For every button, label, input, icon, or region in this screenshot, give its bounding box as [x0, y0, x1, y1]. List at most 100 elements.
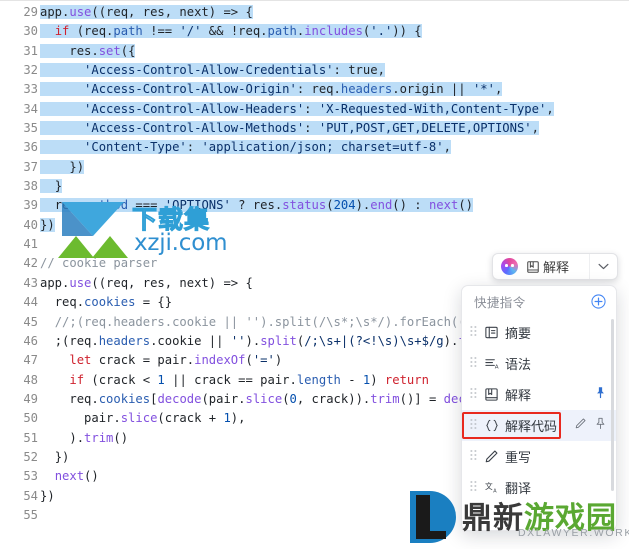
line-number: 42	[23, 256, 38, 271]
book-explain-icon	[527, 260, 539, 273]
code-text[interactable]: 'Content-Type': 'application/json; chars…	[40, 138, 451, 157]
pin-outline-icon[interactable]	[594, 417, 607, 435]
plus-circle-icon[interactable]	[591, 294, 606, 309]
shortcut-item-list[interactable]: 摘要 A 语法 解释 解释代码 重写文 A 翻译	[462, 317, 616, 503]
line-number: 48	[23, 372, 38, 387]
code-text[interactable]: }	[40, 177, 63, 196]
translate-icon: 文A	[483, 480, 500, 495]
code-text[interactable]: app.use((req, res, next) => {	[40, 3, 253, 22]
drag-handle-icon[interactable]	[470, 417, 481, 435]
line-number: 53	[23, 469, 38, 484]
code-text[interactable]: req.cookies[decode(pair.slice(0, crack))…	[40, 390, 495, 409]
code-text[interactable]: 'Access-Control-Allow-Headers': 'X-Reque…	[40, 100, 554, 119]
orb-eye-right	[511, 264, 514, 268]
shortcut-item-翻译[interactable]: 文 A 翻译	[462, 472, 616, 503]
shortcut-item-label: 解释	[505, 388, 532, 403]
code-text[interactable]: ).trim()	[40, 429, 128, 448]
code-text[interactable]: next()	[40, 467, 99, 486]
pencil-icon	[483, 449, 500, 464]
pencil-edit-icon[interactable]	[574, 417, 587, 435]
line-number: 52	[23, 449, 38, 464]
code-text[interactable]: 'Access-Control-Allow-Credentials': true…	[40, 61, 385, 80]
line-number: 49	[23, 391, 38, 406]
shortcut-item-label: 翻译	[505, 481, 532, 496]
line-number: 30	[23, 24, 38, 39]
shortcut-command-panel[interactable]: 快捷指令 摘要 A 语法 解释 解释代码 重写文 A 翻译	[461, 285, 617, 531]
grammar-icon: A	[483, 356, 500, 371]
shortcut-panel-header: 快捷指令	[462, 286, 616, 317]
orb-eye-left	[505, 264, 508, 268]
line-number: 31	[23, 43, 38, 58]
book-explain-icon	[483, 387, 500, 402]
line-number: 40	[23, 217, 38, 232]
braces-icon	[483, 418, 500, 433]
line-number: 32	[23, 63, 38, 78]
shortcut-item-解释代码[interactable]: 解释代码	[462, 410, 616, 441]
drag-handle-icon[interactable]	[470, 324, 481, 342]
ai-explain-button[interactable]: 解释	[526, 257, 569, 276]
shortcut-item-actions	[594, 386, 609, 404]
shortcut-item-label: 语法	[505, 357, 532, 372]
shortcut-item-label: 重写	[505, 450, 532, 465]
ai-toolbar-dropdown-toggle[interactable]	[589, 254, 617, 279]
drag-handle-icon[interactable]	[470, 355, 481, 373]
line-number: 46	[23, 333, 38, 348]
code-text[interactable]: if (req.path !== '/' && !req.path.includ…	[40, 22, 422, 41]
line-number: 55	[23, 507, 38, 522]
code-text[interactable]: })	[40, 487, 55, 506]
line-number: 38	[23, 179, 38, 194]
code-text[interactable]: 'Access-Control-Allow-Origin': req.heade…	[40, 80, 503, 99]
code-text[interactable]: })	[40, 216, 55, 235]
code-text[interactable]: req.cookies = {}	[40, 293, 172, 312]
line-number: 43	[23, 275, 38, 290]
shortcut-item-语法[interactable]: A 语法	[462, 348, 616, 379]
drag-handle-icon[interactable]	[470, 479, 481, 497]
ai-orb-icon[interactable]	[501, 258, 518, 275]
ai-floating-toolbar[interactable]: 解释	[492, 253, 618, 280]
drag-handle-icon[interactable]	[470, 386, 481, 404]
line-number: 35	[23, 121, 38, 136]
svg-text:文: 文	[485, 481, 493, 491]
line-number: 44	[23, 295, 38, 310]
shortcut-item-label: 摘要	[505, 326, 532, 341]
code-text[interactable]: })	[40, 448, 70, 467]
shortcut-item-actions	[574, 417, 609, 435]
panel-scrollbar[interactable]	[611, 319, 614, 491]
code-text[interactable]: req.method === 'OPTIONS' ? res.status(20…	[40, 196, 474, 215]
shortcut-item-重写[interactable]: 重写	[462, 441, 616, 472]
code-text[interactable]: ;(req.headers.cookie || '').split(/;\s+|…	[40, 332, 510, 351]
line-number: 51	[23, 430, 38, 445]
shortcut-item-解释[interactable]: 解释	[462, 379, 616, 410]
line-number: 36	[23, 140, 38, 155]
code-text[interactable]: pair.slice(crack + 1),	[40, 409, 245, 428]
line-number: 54	[23, 488, 38, 503]
line-number: 33	[23, 82, 38, 97]
code-text[interactable]: let crack = pair.indexOf('=')	[40, 351, 282, 370]
line-number: 34	[23, 101, 38, 116]
code-text[interactable]: res.set({	[40, 42, 136, 61]
line-number: 47	[23, 353, 38, 368]
editor-top-divider	[0, 0, 629, 1]
ai-action-label: 解释	[543, 260, 570, 275]
line-number: 37	[23, 159, 38, 174]
shortcut-panel-title: 快捷指令	[474, 296, 526, 310]
line-number: 29	[23, 5, 38, 19]
code-text[interactable]: if (crack < 1 || crack == pair.length - …	[40, 371, 429, 390]
code-text[interactable]: 'Access-Control-Allow-Methods': 'PUT,POS…	[40, 119, 539, 138]
pin-filled-icon[interactable]	[594, 386, 607, 404]
code-text[interactable]: // cookie parser	[40, 254, 157, 273]
code-text[interactable]: app.use((req, res, next) => {	[40, 274, 253, 293]
summary-icon	[483, 325, 500, 340]
svg-text:A: A	[495, 365, 499, 371]
line-number: 45	[23, 314, 38, 329]
shortcut-item-摘要[interactable]: 摘要	[462, 317, 616, 348]
chevron-down-icon	[598, 263, 609, 270]
line-number: 41	[23, 237, 38, 252]
code-text[interactable]: })	[40, 158, 85, 177]
code-text[interactable]: //;(req.headers.cookie || '').split(/\s*…	[40, 313, 503, 332]
drag-handle-icon[interactable]	[470, 448, 481, 466]
shortcut-item-label: 解释代码	[505, 419, 558, 434]
line-number: 50	[23, 411, 38, 426]
line-number: 39	[23, 198, 38, 213]
svg-text:A: A	[493, 488, 497, 494]
